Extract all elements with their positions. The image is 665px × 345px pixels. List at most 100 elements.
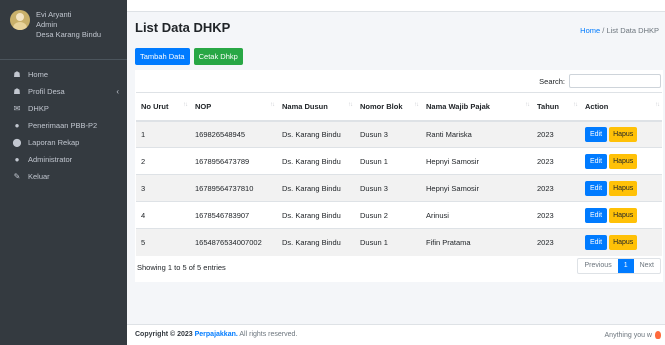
column-header-action[interactable]: Action ↑↓ [580,92,662,122]
sidebar-item-dhkp[interactable]: ✉ DHKP [0,100,127,117]
cell-nomor-blok: Dusun 2 [355,201,421,229]
avatar[interactable] [10,10,30,30]
column-header-nomor-blok[interactable]: Nomor Blok ↑↓ [355,92,421,122]
pagination: Previous 1 Next [577,258,661,274]
delete-button[interactable]: Hapus [609,234,638,250]
delete-button[interactable]: Hapus [609,180,638,196]
cell-nop: 169826548945 [190,120,277,148]
pen-icon: ✎ [13,172,21,181]
cell-action: Edit Hapus [580,228,662,256]
sidebar-nav: ☗ Home ☗ Profil Desa ‹ ✉ DHKP ● Penerima… [0,60,127,185]
table-row: 5 1654876534007002 Ds. Karang Bindu Dusu… [136,228,662,256]
breadcrumb-home[interactable]: Home [580,26,600,35]
column-header-nop[interactable]: NOP ↑↓ [190,92,277,122]
cell-nama-dusun: Ds. Karang Bindu [277,174,355,202]
sort-icon: ↑↓ [270,102,275,108]
sidebar-item-home[interactable]: ☗ Home [0,66,127,83]
user-role: Admin [36,20,58,29]
table-row: 1 169826548945 Ds. Karang Bindu Dusun 3 … [136,120,662,148]
cell-nomor-blok: Dusun 1 [355,228,421,256]
user-name[interactable]: Evi Aryanti [36,10,101,20]
sidebar-item-label: Home [28,70,49,79]
next-page-button[interactable]: Next [634,259,660,273]
cell-nama-wajib-pajak: Hepnyi Samosir [421,147,532,175]
footer-copyright-text: Copyright © 2023 [135,331,193,338]
cell-nop: 1678546783907 [190,201,277,229]
table-row: 2 1678956473789 Ds. Karang Bindu Dusun 1… [136,147,662,175]
home-icon: ☗ [13,87,21,96]
top-navbar [127,0,665,12]
sidebar-item-label: Administrator [28,155,73,164]
chevron-left-icon: ‹ [116,87,119,96]
column-header-nama-dusun[interactable]: Nama Dusun ↑↓ [277,92,355,122]
page-title: List Data DHKP [135,20,231,35]
breadcrumb: Home / List Data DHKP [580,26,659,35]
sort-icon: ↑↓ [183,102,188,108]
cell-no-urut: 4 [136,201,190,229]
sidebar-item-laporan[interactable]: ⬤ Laporan Rekap [0,134,127,151]
sort-icon: ↑↓ [573,102,578,108]
sidebar-item-label: DHKP [28,104,49,113]
toolbar: Tambah Data Cetak Dhkp [135,48,243,65]
sort-icon: ↑↓ [414,102,419,108]
delete-button[interactable]: Hapus [609,207,638,223]
edit-button[interactable]: Edit [585,126,608,142]
previous-page-button[interactable]: Previous [578,259,617,273]
search-input[interactable] [569,74,661,88]
cell-nama-dusun: Ds. Karang Bindu [277,201,355,229]
table-row: 3 16789564737810 Ds. Karang Bindu Dusun … [136,174,662,202]
search-label: Search: [539,76,565,86]
delete-button[interactable]: Hapus [609,126,638,142]
table-info: Showing 1 to 5 of 5 entries [137,263,226,272]
search-box: Search: [539,74,661,88]
sidebar-item-keluar[interactable]: ✎ Keluar [0,168,127,185]
sidebar-item-penerimaan[interactable]: ● Penerimaan PBB-P2 [0,117,127,134]
footer-right: Anything you w [605,331,661,339]
cell-nama-dusun: Ds. Karang Bindu [277,120,355,148]
delete-button[interactable]: Hapus [609,153,638,169]
footer-right-text: Anything you w [604,331,652,339]
sort-icon: ↑↓ [525,102,530,108]
cell-no-urut: 3 [136,174,190,202]
sidebar-item-profil-desa[interactable]: ☗ Profil Desa ‹ [0,83,127,100]
column-header-tahun[interactable]: Tahun ↑↓ [532,92,580,122]
cell-nama-wajib-pajak: Fifin Pratama [421,228,532,256]
cell-tahun: 2023 [532,201,580,229]
user-panel: Evi Aryanti Admin Desa Karang Bindu [0,0,127,60]
sidebar: Evi Aryanti Admin Desa Karang Bindu ☗ Ho… [0,0,127,345]
sidebar-item-administrator[interactable]: ● Administrator [0,151,127,168]
cell-nama-wajib-pajak: Ranti Mariska [421,120,532,148]
cell-nama-wajib-pajak: Arinusi [421,201,532,229]
data-card: Search: No Urut ↑↓ NOP ↑↓ Nama Dusun ↑↓ Nom… [135,70,663,282]
user-icon: ● [14,155,20,164]
column-header-no-urut[interactable]: No Urut ↑↓ [136,92,190,122]
print-dhkp-button[interactable]: Cetak Dhkp [193,48,243,65]
cell-no-urut: 2 [136,147,190,175]
cell-nop: 16789564737810 [190,174,277,202]
sidebar-item-label: Laporan Rekap [28,138,80,147]
cell-action: Edit Hapus [580,201,662,229]
page-1-button[interactable]: 1 [617,259,634,273]
edit-button[interactable]: Edit [585,207,608,223]
edit-button[interactable]: Edit [585,153,608,169]
cell-action: Edit Hapus [580,174,662,202]
cell-action: Edit Hapus [580,120,662,148]
column-header-nama-wajib-pajak[interactable]: Nama Wajib Pajak ↑↓ [421,92,532,122]
footer-brand-link[interactable]: Perpajakkan. [195,331,238,338]
sort-icon: ↑↓ [348,102,353,108]
edit-button[interactable]: Edit [585,180,608,196]
cell-tahun: 2023 [532,174,580,202]
footer-copyright: Copyright © 2023 Perpajakkan. All rights… [135,331,297,338]
cell-nomor-blok: Dusun 1 [355,147,421,175]
add-data-button[interactable]: Tambah Data [135,48,190,65]
breadcrumb-separator: / [602,26,605,35]
edit-button[interactable]: Edit [585,234,608,250]
cell-nomor-blok: Dusun 3 [355,174,421,202]
cell-tahun: 2023 [532,120,580,148]
cell-nop: 1678956473789 [190,147,277,175]
footer-rights: All rights reserved. [239,331,298,338]
cell-nama-wajib-pajak: Hepnyi Samosir [421,174,532,202]
user-icon: ● [14,121,20,130]
flame-icon [655,331,661,339]
user-desa: Desa Karang Bindu [36,30,102,39]
